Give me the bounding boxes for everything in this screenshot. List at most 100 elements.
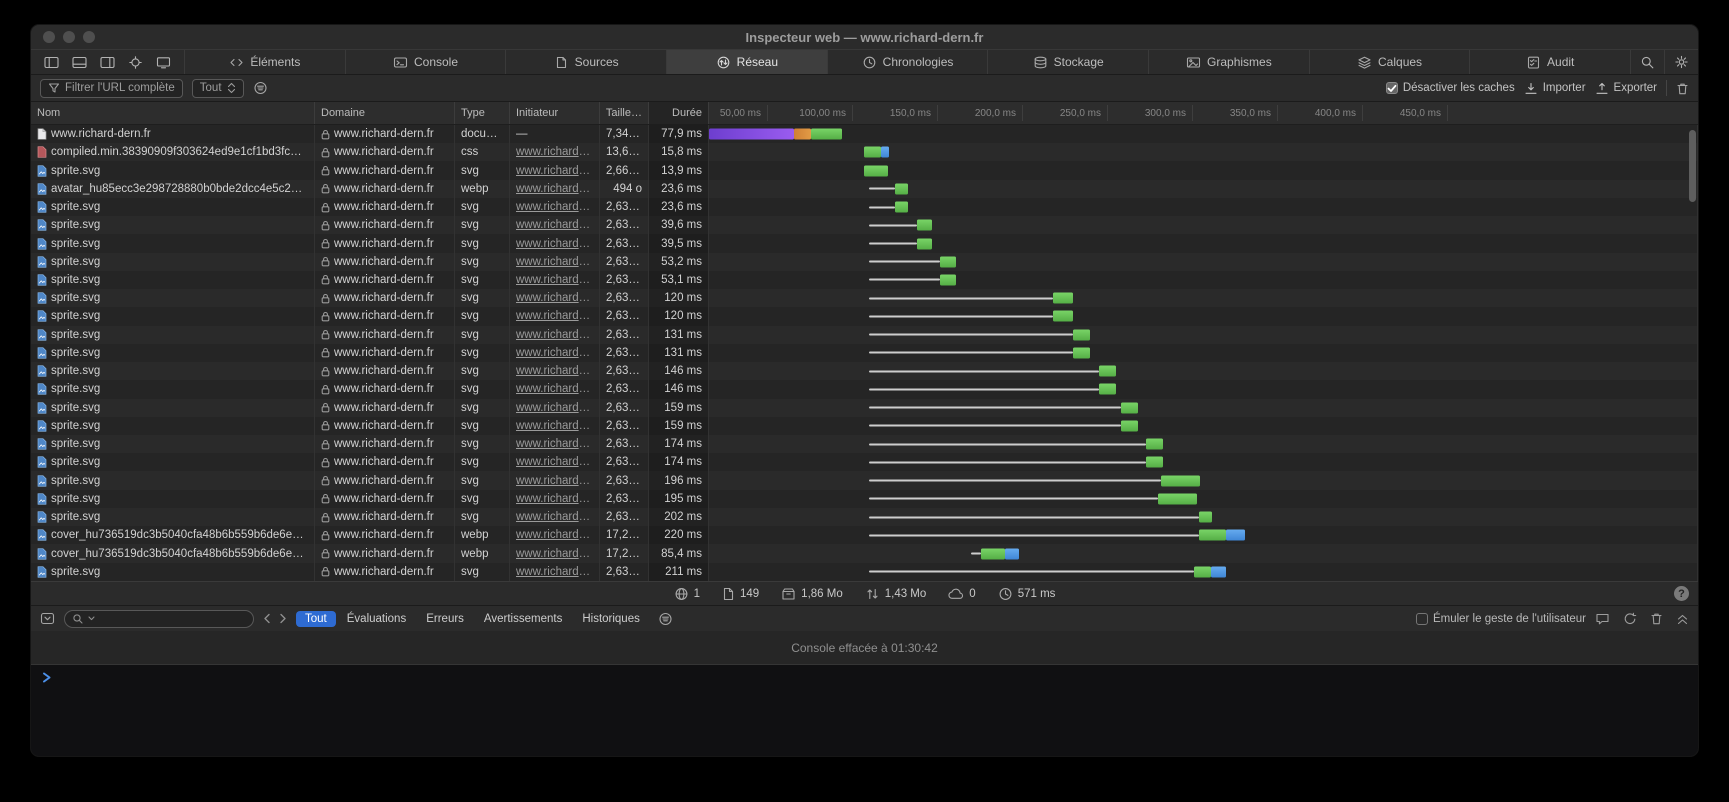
console-prompt[interactable] [31,665,1698,689]
table-row[interactable]: compiled.min.38390909f303624ed9e1cf1bd3f… [31,143,1698,161]
initiator-link[interactable]: www.richard-d… [516,456,593,468]
table-row[interactable]: sprite.svgwww.richard-dern.frsvgwww.rich… [31,563,1698,581]
help-button[interactable]: ? [1674,586,1689,601]
export-button[interactable]: Exporter [1595,82,1657,95]
tab-storage[interactable]: Stockage [987,50,1148,74]
initiator-link[interactable]: www.richard-d… [516,292,593,304]
initiator-link[interactable]: www.richard-d… [516,402,593,414]
next-result-icon[interactable] [279,613,287,624]
initiator-link[interactable]: www.richard-d… [516,329,593,341]
initiator-link[interactable]: www.richard-d… [516,438,593,450]
initiator-link[interactable]: www.richard-d… [516,383,593,395]
tab-sources[interactable]: Sources [505,50,666,74]
initiator-link[interactable]: www.richard-d… [516,548,593,560]
import-button[interactable]: Importer [1524,82,1586,95]
initiator-link[interactable]: www.richard-d… [516,165,593,177]
initiator-link[interactable]: www.richard-d… [516,183,593,195]
resource-name: compiled.min.38390909f303624ed9e1cf1bd3f… [51,146,308,158]
console-filter-options-icon[interactable] [658,612,673,626]
responsive-mode-icon[interactable] [156,56,171,69]
tab-audit[interactable]: Audit [1469,50,1630,74]
element-picker-icon[interactable] [128,56,143,69]
column-header-domaine[interactable]: Domaine [315,102,455,124]
minimize-button[interactable] [63,31,75,43]
search-button[interactable] [1630,50,1664,74]
table-row[interactable]: sprite.svgwww.richard-dern.frsvgwww.rich… [31,435,1698,453]
tab-timelines[interactable]: Chronologies [827,50,988,74]
disable-caches-checkbox[interactable]: Désactiver les caches [1386,82,1515,94]
initiator-link[interactable]: www.richard-d… [516,274,593,286]
url-filter-input[interactable]: Filtrer l'URL complète [40,79,183,98]
initiator-link[interactable]: www.richard-d… [516,347,593,359]
initiator-link[interactable]: www.richard-d… [516,365,593,377]
column-header-taille[interactable]: Taille… [600,102,649,124]
close-button[interactable] [43,31,55,43]
table-row[interactable]: sprite.svgwww.richard-dern.frsvgwww.rich… [31,253,1698,271]
table-row[interactable]: sprite.svgwww.richard-dern.frsvgwww.rich… [31,380,1698,398]
initiator-link[interactable]: www.richard-d… [516,238,593,250]
console-tab-erreurs[interactable]: Erreurs [417,611,473,627]
show-console-tab-icon[interactable] [1595,612,1610,626]
initiator-link[interactable]: www.richard-d… [516,529,593,541]
initiator-link[interactable]: www.richard-d… [516,475,593,487]
toggle-right-sidebar-icon[interactable] [100,56,115,69]
reload-icon[interactable] [1623,612,1637,625]
table-row[interactable]: sprite.svgwww.richard-dern.frsvgwww.rich… [31,399,1698,417]
tab-console[interactable]: Console [345,50,506,74]
column-header-type[interactable]: Type [455,102,510,124]
column-header-initiateur[interactable]: Initiateur [510,102,600,124]
table-row[interactable]: sprite.svgwww.richard-dern.frsvgwww.rich… [31,234,1698,252]
table-row[interactable]: sprite.svgwww.richard-dern.frsvgwww.rich… [31,453,1698,471]
expand-console-icon[interactable] [1676,613,1689,625]
filter-options-icon[interactable] [253,81,268,95]
column-header-nom[interactable]: Nom [31,102,315,124]
initiator-link[interactable]: www.richard-d… [516,146,593,158]
emulate-user-gesture-checkbox[interactable]: Émuler le geste de l'utilisateur [1416,613,1586,625]
table-row[interactable]: sprite.svgwww.richard-dern.frsvgwww.rich… [31,216,1698,234]
table-row[interactable]: sprite.svgwww.richard-dern.frsvgwww.rich… [31,326,1698,344]
table-row[interactable]: sprite.svgwww.richard-dern.frsvgwww.rich… [31,508,1698,526]
console-tab-tout[interactable]: Tout [296,611,336,627]
tab-layers[interactable]: Calques [1309,50,1470,74]
table-scrollbar[interactable] [1689,130,1696,202]
table-row[interactable]: sprite.svgwww.richard-dern.frsvgwww.rich… [31,490,1698,508]
zoom-button[interactable] [83,31,95,43]
table-row[interactable]: sprite.svgwww.richard-dern.frsvgwww.rich… [31,471,1698,489]
tab-network[interactable]: Réseau [666,50,827,74]
initiator-link[interactable]: www.richard-d… [516,511,593,523]
initiator-link[interactable]: www.richard-d… [516,420,593,432]
initiator-link[interactable]: www.richard-d… [516,201,593,213]
type-filter-dropdown[interactable]: Tout [192,79,244,98]
console-tab-historiques[interactable]: Historiques [573,611,649,627]
clear-console-icon[interactable] [1650,612,1663,625]
settings-button[interactable] [1664,50,1698,74]
initiator-link[interactable]: www.richard-d… [516,493,593,505]
initiator-link[interactable]: www.richard-d… [516,310,593,322]
initiator-link[interactable]: www.richard-d… [516,256,593,268]
table-row[interactable]: sprite.svgwww.richard-dern.frsvgwww.rich… [31,417,1698,435]
table-row[interactable]: sprite.svgwww.richard-dern.frsvgwww.rich… [31,161,1698,179]
table-row[interactable]: cover_hu736519dc3b5040cfa48b6b559b6de6ec… [31,526,1698,544]
table-row[interactable]: www.richard-dern.frwww.richard-dern.frdo… [31,125,1698,143]
toggle-bottom-panel-icon[interactable] [72,56,87,69]
table-row[interactable]: avatar_hu85ecc3e298728880b0bde2dcc4e5c23… [31,180,1698,198]
tab-graphics[interactable]: Graphismes [1148,50,1309,74]
table-row[interactable]: sprite.svgwww.richard-dern.frsvgwww.rich… [31,271,1698,289]
column-header-duree[interactable]: Durée [649,102,709,124]
table-row[interactable]: sprite.svgwww.richard-dern.frsvgwww.rich… [31,344,1698,362]
tab-elements[interactable]: Éléments [184,50,345,74]
table-row[interactable]: sprite.svgwww.richard-dern.frsvgwww.rich… [31,362,1698,380]
initiator-link[interactable]: www.richard-d… [516,566,593,578]
clear-network-icon[interactable] [1676,82,1689,95]
previous-result-icon[interactable] [263,613,271,624]
console-tab-avertissements[interactable]: Avertissements [475,611,571,627]
initiator-link[interactable]: www.richard-d… [516,219,593,231]
toggle-left-sidebar-icon[interactable] [44,56,59,69]
table-row[interactable]: cover_hu736519dc3b5040cfa48b6b559b6de6ec… [31,544,1698,562]
table-row[interactable]: sprite.svgwww.richard-dern.frsvgwww.rich… [31,198,1698,216]
console-tab-évaluations[interactable]: Évaluations [338,611,415,627]
console-search-field[interactable] [64,610,254,628]
console-scope-icon[interactable] [40,612,55,625]
table-row[interactable]: sprite.svgwww.richard-dern.frsvgwww.rich… [31,307,1698,325]
table-row[interactable]: sprite.svgwww.richard-dern.frsvgwww.rich… [31,289,1698,307]
